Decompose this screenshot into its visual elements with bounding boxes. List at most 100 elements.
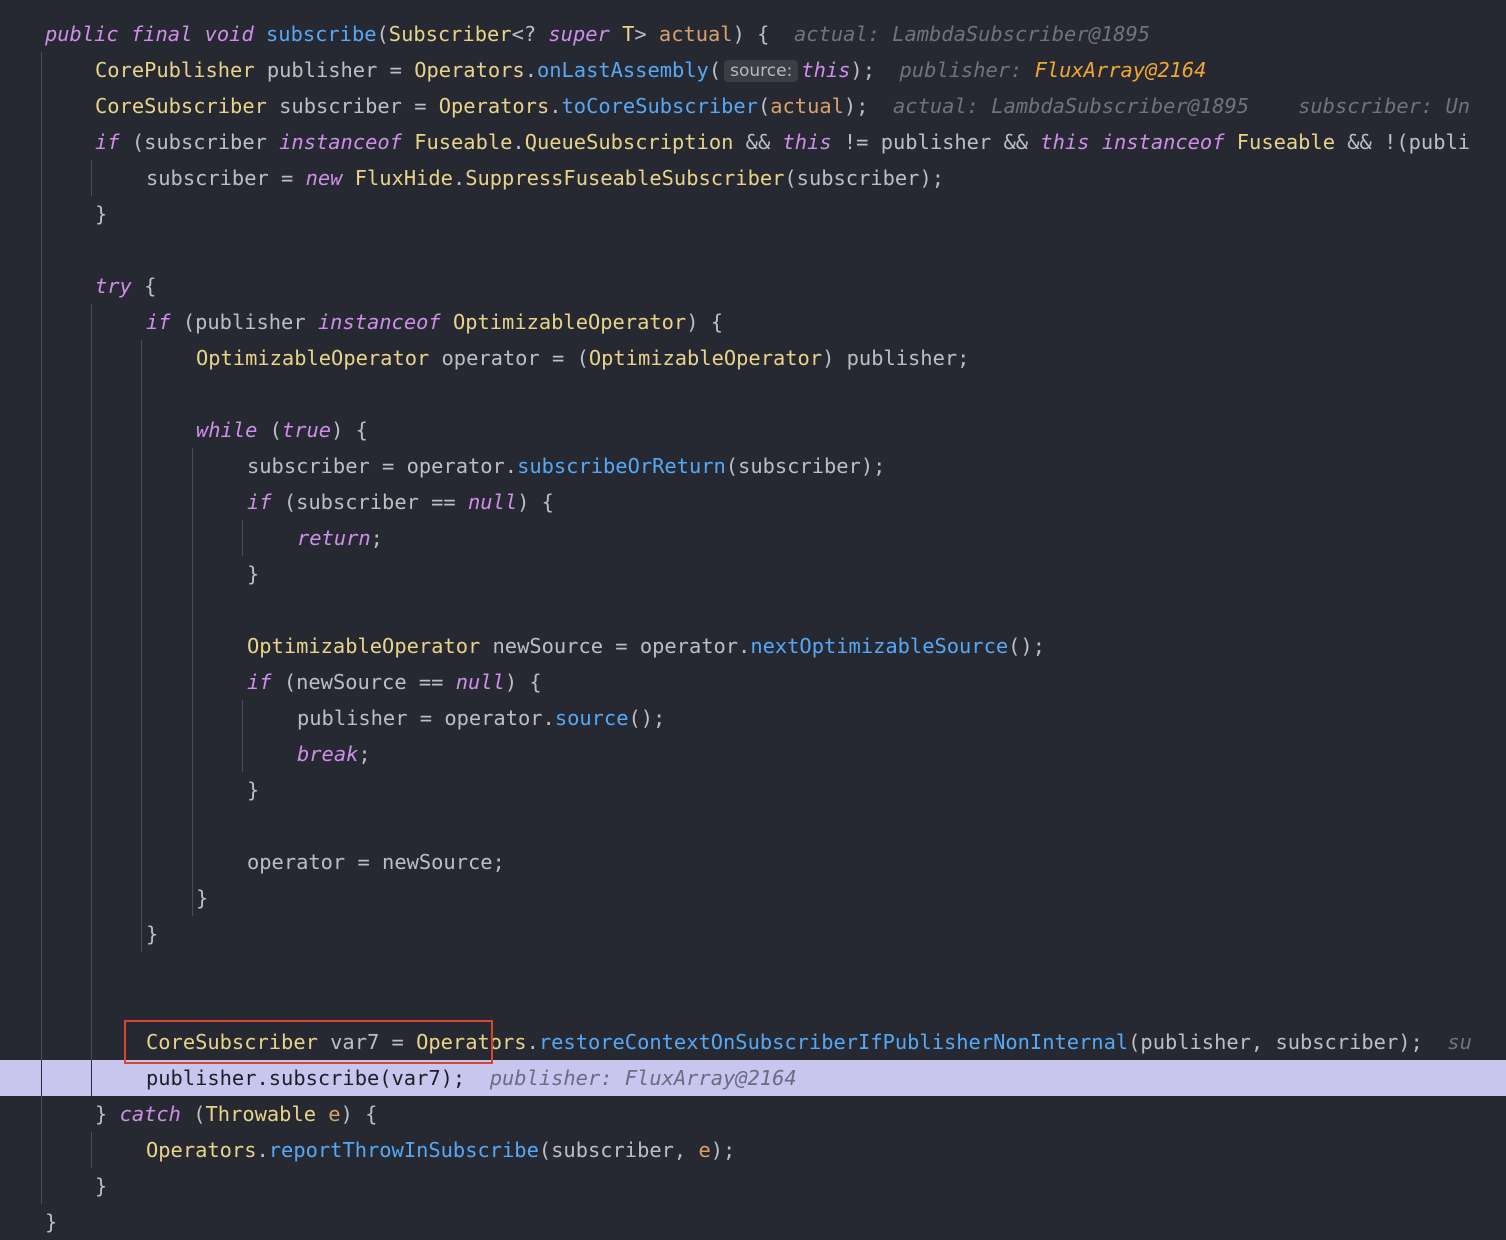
code-token: (publisher, subscriber); [1128,1030,1448,1054]
code-token: actual [658,22,733,46]
code-line[interactable]: OptimizableOperator newSource = operator… [0,628,1506,664]
inline-debug-value: publisher: FluxArray@2164 [489,1066,797,1090]
code-token: { [131,274,157,298]
code-line[interactable] [0,988,1506,1024]
code-text: CoreSubscriber subscriber = Operators.to… [95,88,1470,124]
code-token: } [95,1102,120,1126]
code-token: subscriber = operator. [247,454,518,478]
code-line[interactable] [0,232,1506,268]
code-token: return [297,526,371,550]
code-line[interactable]: while (true) { [0,412,1506,448]
code-line[interactable]: subscriber = operator.subscribeOrReturn(… [0,448,1506,484]
code-text: OptimizableOperator operator = (Optimiza… [196,340,969,376]
code-token: onLastAssembly [536,58,709,82]
code-token: != publisher && [831,130,1041,154]
code-line[interactable] [0,592,1506,628]
code-token: OptimizableOperator [452,310,687,334]
code-token: ) { [732,22,794,46]
code-token: source [554,706,629,730]
code-token: this [782,130,832,154]
code-token: (subscriber, [538,1138,699,1162]
code-line[interactable] [0,952,1506,988]
code-token: Fuseable [1236,130,1335,154]
code-line[interactable]: Operators.reportThrowInSubscribe(subscri… [0,1132,1506,1168]
code-token: . [524,58,537,82]
code-token: if [146,310,171,334]
code-line[interactable]: publisher = operator.source(); [0,700,1506,736]
code-line[interactable]: public final void subscribe(Subscriber<?… [0,16,1506,52]
code-token: null [455,670,505,694]
code-line[interactable]: } [0,196,1506,232]
code-line[interactable]: if (subscriber instanceof Fuseable.Queue… [0,124,1506,160]
code-token: > [634,22,659,46]
code-line[interactable] [0,376,1506,412]
execution-line[interactable]: publisher.subscribe(var7); publisher: Fl… [0,1060,1506,1096]
code-token: && !(publi [1334,130,1471,154]
code-token: (subscriber); [784,166,944,190]
code-line[interactable]: return; [0,520,1506,556]
code-token: restoreContextOnSubscriberIfPublisherNon… [538,1030,1129,1054]
code-token: publisher.subscribe(var7); [146,1066,490,1090]
code-token: this [801,58,851,82]
code-text: publisher.subscribe(var7); publisher: Fl… [146,1060,797,1096]
code-token: . [549,94,562,118]
code-token: T [622,22,635,46]
code-token: Subscriber [388,22,512,46]
code-line[interactable]: } [0,1168,1506,1204]
code-line[interactable]: } [0,556,1506,592]
code-line[interactable]: if (publisher instanceof OptimizableOper… [0,304,1506,340]
code-line[interactable]: if (subscriber == null) { [0,484,1506,520]
code-token: subscriber = [266,94,439,118]
code-line[interactable]: } [0,880,1506,916]
code-line[interactable]: break; [0,736,1506,772]
code-line[interactable]: operator = newSource; [0,844,1506,880]
code-token: CoreSubscriber [95,94,267,118]
code-token: ( [708,58,722,82]
code-token: ) { [686,310,724,334]
code-token: (); [628,706,666,730]
code-token: Throwable [205,1102,317,1126]
code-line[interactable]: if (newSource == null) { [0,664,1506,700]
code-token: (newSource == [271,670,456,694]
code-text: } catch (Throwable e) { [95,1096,377,1132]
code-text: CorePublisher publisher = Operators.onLa… [95,52,1206,88]
code-token: try [95,274,132,298]
code-token: ( [257,418,282,442]
code-text: } [95,196,107,232]
code-token: FluxHide [354,166,453,190]
code-text: publisher = operator.source(); [297,700,665,736]
code-line[interactable]: OptimizableOperator operator = (Optimiza… [0,340,1506,376]
code-token: instanceof [1101,130,1225,154]
indent-guide [41,1060,42,1096]
code-token: reportThrowInSubscribe [268,1138,539,1162]
code-text: } [45,1204,57,1240]
code-line[interactable] [0,808,1506,844]
code-text: } [247,556,259,592]
code-line[interactable]: subscriber = new FluxHide.SuppressFuseab… [0,160,1506,196]
code-line[interactable]: } catch (Throwable e) { [0,1096,1506,1132]
code-token: if [247,490,272,514]
code-line[interactable]: try { [0,268,1506,304]
code-text: if (publisher instanceof OptimizableOper… [146,304,723,340]
code-token: (subscriber [119,130,280,154]
code-token: final [130,22,193,46]
code-line[interactable]: } [0,1204,1506,1240]
code-token: } [45,1210,58,1234]
code-token: ( [180,1102,206,1126]
code-line[interactable]: } [0,772,1506,808]
code-token: ) publisher; [822,346,970,370]
code-text: while (true) { [196,412,368,448]
code-token: } [196,886,209,910]
code-line[interactable]: CoreSubscriber subscriber = Operators.to… [0,88,1506,124]
code-token: break [297,742,359,766]
code-line[interactable]: } [0,916,1506,952]
code-text: operator = newSource; [247,844,505,880]
code-line[interactable]: CorePublisher publisher = Operators.onLa… [0,52,1506,88]
